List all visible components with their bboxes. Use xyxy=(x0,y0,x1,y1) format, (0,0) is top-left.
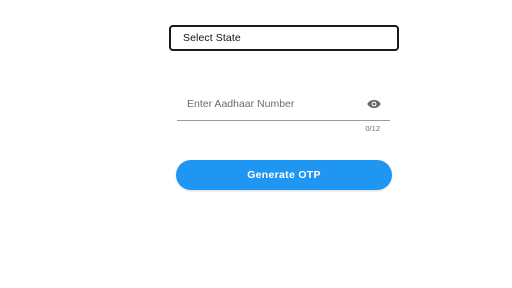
aadhaar-login-screen: Select State 0/12 Generate OTP xyxy=(0,0,512,288)
character-counter: 0/12 xyxy=(365,124,380,133)
aadhaar-number-field xyxy=(177,88,390,121)
state-dropdown-value: Select State xyxy=(183,32,241,44)
eye-icon-graphic xyxy=(367,99,381,109)
eye-icon[interactable] xyxy=(366,97,382,111)
state-dropdown[interactable]: Select State xyxy=(169,25,399,51)
generate-otp-button[interactable]: Generate OTP xyxy=(176,160,392,190)
aadhaar-field-underline xyxy=(177,120,390,121)
aadhaar-number-input[interactable] xyxy=(177,88,357,120)
